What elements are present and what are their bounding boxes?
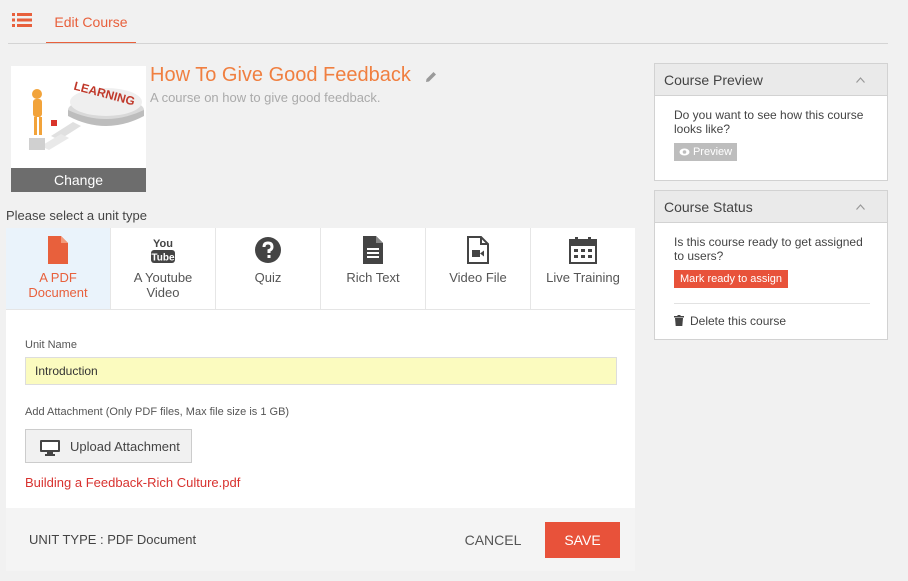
course-status-title: Course Status [664,199,753,215]
trash-icon [674,315,684,326]
unit-type-rich-text[interactable]: Rich Text [321,228,426,309]
cancel-button[interactable]: CANCEL [458,525,528,555]
course-title: How To Give Good Feedback [150,64,411,86]
course-thumbnail[interactable]: LEARNING Change [11,66,146,192]
unit-type-video-file[interactable]: Video File [426,228,531,309]
chevron-up-icon[interactable] [856,204,865,210]
attached-file-link[interactable]: Building a Feedback-Rich Culture.pdf [25,475,240,490]
question-icon [255,237,281,263]
unit-name-label: Unit Name [25,339,77,351]
svg-text:Tube: Tube [151,253,175,264]
course-preview-panel: Course Preview Do you want to see how th… [654,63,888,181]
change-thumbnail-button[interactable]: Change [11,168,146,192]
course-preview-text: Do you want to see how this course looks… [674,108,864,136]
delete-course-button[interactable]: Delete this course [674,314,786,328]
list-menu-icon[interactable] [12,12,32,28]
unit-type-live-training[interactable]: Live Training [531,228,635,309]
mark-ready-button[interactable]: Mark ready to assign [674,270,788,288]
unit-type-pdf[interactable]: A PDF Document [6,228,111,309]
top-bar: Edit Course [0,0,908,44]
youtube-icon: You Tube [151,238,175,264]
tab-edit-course[interactable]: Edit Course [46,0,136,44]
course-status-panel: Course Status Is this course ready to ge… [654,190,888,340]
unit-form: Unit Name Add Attachment (Only PDF files… [6,310,635,508]
save-button[interactable]: SAVE [545,522,620,558]
preview-button[interactable]: Preview [674,143,737,161]
learning-illustration: LEARNING [11,66,146,168]
unit-type-status: UNIT TYPE : PDF Document [29,532,197,547]
status-divider [674,303,870,304]
unit-type-quiz[interactable]: Quiz [216,228,321,309]
pdf-icon [48,236,68,264]
header-divider [8,43,888,44]
attachment-label: Add Attachment (Only PDF files, Max file… [25,406,290,418]
chevron-up-icon[interactable] [856,77,865,83]
pencil-icon[interactable] [424,70,438,84]
unit-type-selector: A PDF Document You Tube A Youtube Video … [6,228,635,310]
upload-attachment-button[interactable]: Upload Attachment [25,429,192,463]
eye-icon [679,148,690,156]
monitor-icon [40,440,60,456]
course-preview-title: Course Preview [664,72,763,88]
course-preview-header: Course Preview [655,64,887,96]
course-status-text: Is this course ready to get assigned to … [674,235,863,263]
video-file-icon [467,236,489,264]
unit-name-input[interactable] [25,357,617,385]
course-subtitle: A course on how to give good feedback. [150,90,381,105]
unit-type-youtube[interactable]: You Tube A Youtube Video [111,228,216,309]
unit-type-prompt: Please select a unit type [6,208,147,223]
unit-footer: UNIT TYPE : PDF Document CANCEL SAVE [6,508,635,571]
calendar-icon [569,237,597,264]
upload-attachment-label: Upload Attachment [70,439,180,454]
svg-text:You: You [153,238,173,250]
course-status-header: Course Status [655,191,887,223]
document-icon [363,236,383,264]
